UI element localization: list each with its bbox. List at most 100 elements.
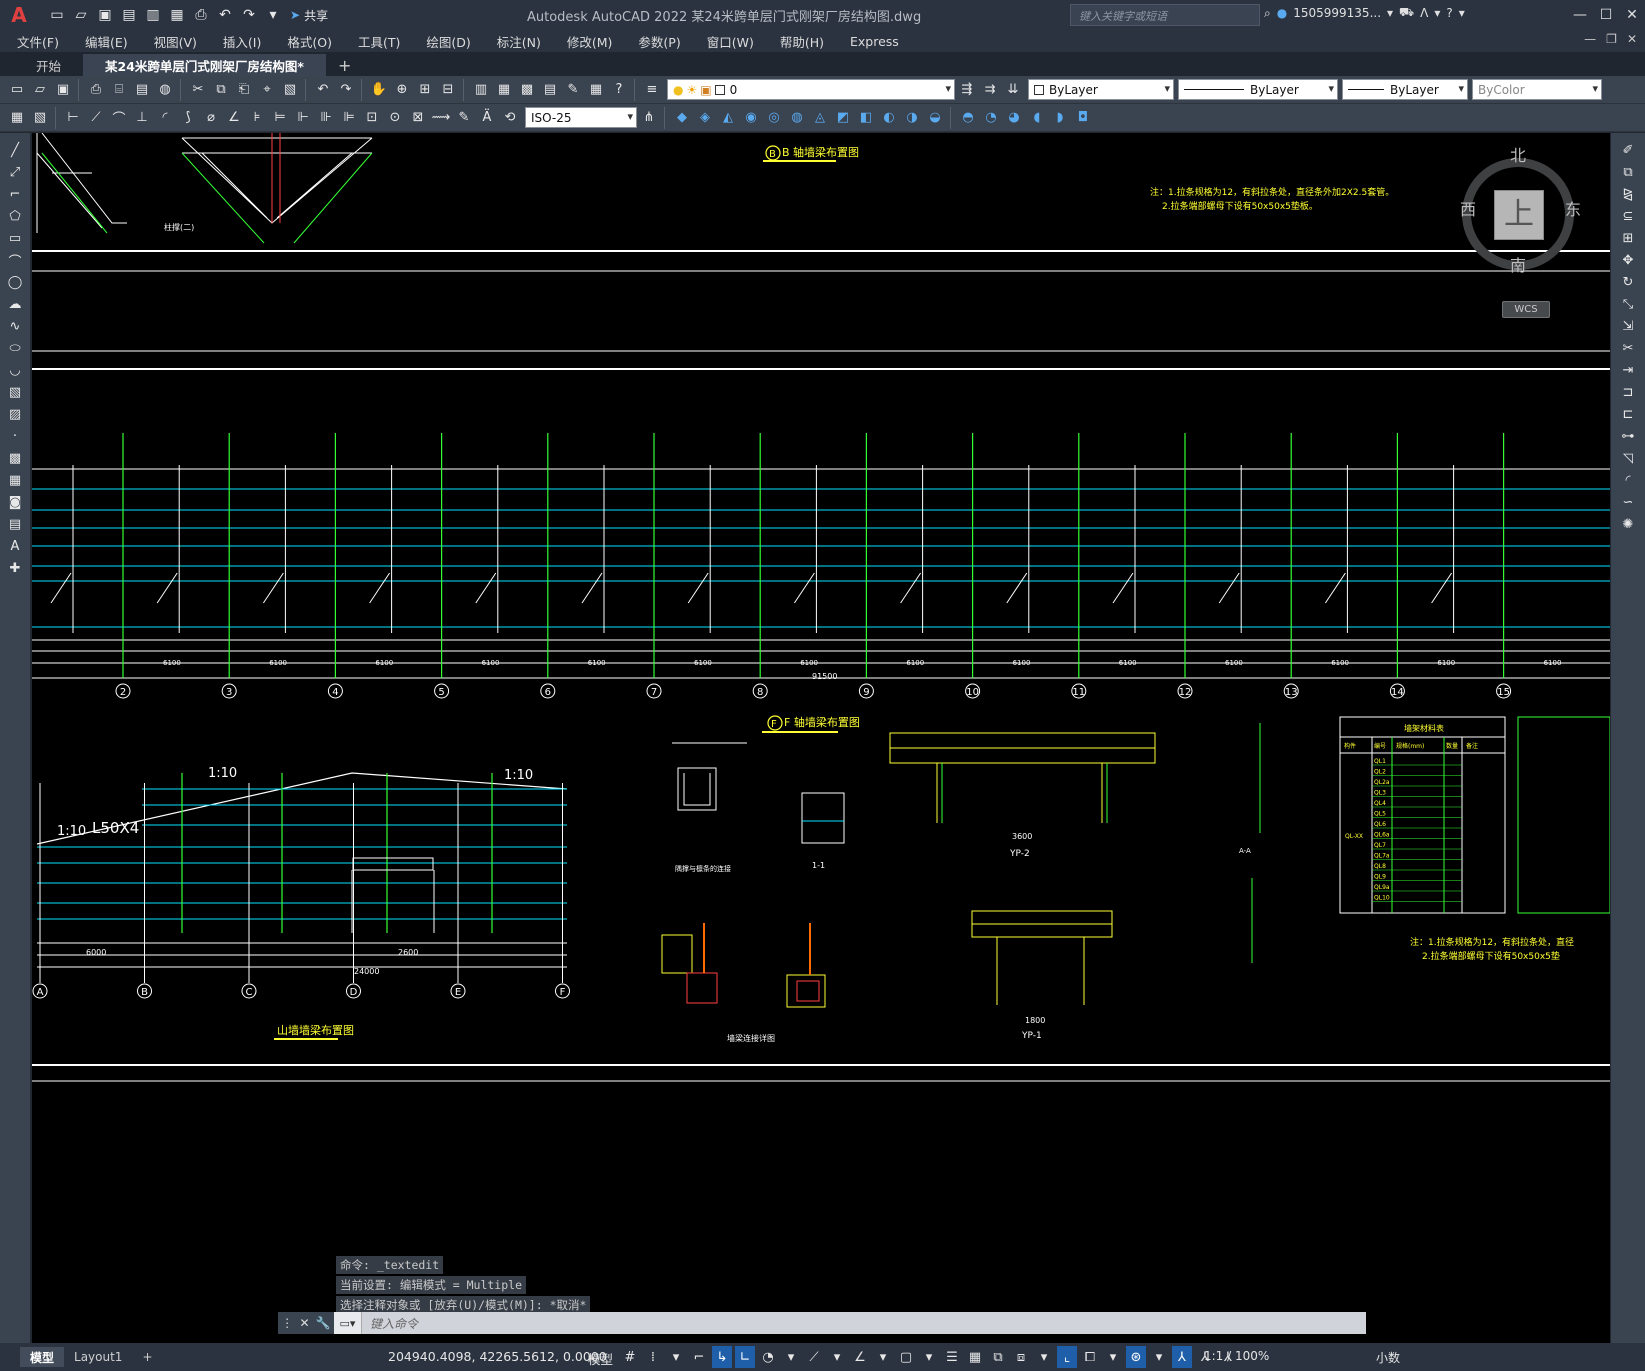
construction-line-icon[interactable]: ⤢: [4, 163, 26, 182]
binoculars-icon[interactable]: ⌕: [1264, 6, 1271, 21]
menu-item[interactable]: 标注(N): [497, 32, 541, 51]
layer-previous-icon[interactable]: ⇉: [979, 79, 1001, 101]
dim-style-icon[interactable]: ⋔: [638, 107, 660, 129]
plot-icon[interactable]: ⎙: [85, 79, 107, 101]
selection-cycling-icon[interactable]: ⧉: [988, 1346, 1008, 1368]
arc-icon[interactable]: ⌒: [4, 251, 26, 270]
linetype-dropdown[interactable]: ByLayer: [1178, 79, 1338, 100]
torus-icon[interactable]: ◍: [786, 107, 808, 129]
close-icon[interactable]: ✕: [1619, 0, 1645, 30]
jogged-linear-icon[interactable]: ⟿: [430, 107, 452, 129]
chevron-down-icon[interactable]: ▾: [919, 1346, 939, 1368]
menu-item[interactable]: 工具(T): [358, 32, 400, 51]
trim-icon[interactable]: ✂: [1617, 339, 1639, 358]
new-icon[interactable]: ▭: [6, 79, 28, 101]
object-snap-icon[interactable]: ▢: [896, 1346, 916, 1368]
object-track-icon[interactable]: ∠: [850, 1346, 870, 1368]
dynamic-ucs-icon[interactable]: ⌞: [1057, 1346, 1077, 1368]
viewcube[interactable]: 上 北 南 东 西: [1442, 140, 1592, 290]
dim-baseline-icon[interactable]: ⊨: [269, 107, 291, 129]
chevron-down-icon[interactable]: ▾: [873, 1346, 893, 1368]
pan-icon[interactable]: ✋: [368, 79, 390, 101]
autodesk-a-icon[interactable]: Ʌ: [1420, 6, 1428, 20]
grip-icon[interactable]: ⋮: [281, 1316, 293, 1330]
dim-radius-icon[interactable]: ◜: [154, 107, 176, 129]
revcloud-icon[interactable]: ☁: [4, 295, 26, 314]
redo-icon[interactable]: ↷: [335, 79, 357, 101]
viewcube-top-face[interactable]: 上: [1494, 190, 1544, 240]
union-icon[interactable]: ◓: [957, 107, 979, 129]
redo-icon[interactable]: ↷: [238, 4, 260, 26]
erase-icon[interactable]: ✐: [1617, 141, 1639, 160]
thicken-icon[interactable]: ◘: [1072, 107, 1094, 129]
dim-update-icon[interactable]: ⟲: [499, 107, 521, 129]
copy-icon[interactable]: ⧉: [210, 79, 232, 101]
spline-icon[interactable]: ∿: [4, 317, 26, 336]
dim-space-icon[interactable]: ⊪: [315, 107, 337, 129]
transparency-icon[interactable]: ▦: [965, 1346, 985, 1368]
autocad-logo-icon[interactable]: A: [6, 2, 32, 28]
chevron-down-icon[interactable]: ▾: [781, 1346, 801, 1368]
menu-item[interactable]: 修改(M): [567, 32, 613, 51]
add-selected-icon[interactable]: ✚: [4, 559, 26, 578]
sweep-icon[interactable]: ◑: [901, 107, 923, 129]
extend-icon[interactable]: ⇥: [1617, 361, 1639, 380]
chevron-down-icon[interactable]: ▾: [1387, 6, 1393, 20]
join-icon[interactable]: ⊶: [1617, 427, 1639, 446]
color-dropdown[interactable]: ByLayer: [1028, 79, 1174, 100]
undo-icon[interactable]: ↶: [312, 79, 334, 101]
dim-angular-icon[interactable]: ∠: [223, 107, 245, 129]
circle-icon[interactable]: ◯: [4, 273, 26, 292]
grid-icon[interactable]: #: [620, 1346, 640, 1368]
mtext-icon[interactable]: A: [4, 537, 26, 556]
inspection-icon[interactable]: ⊠: [407, 107, 429, 129]
menu-item[interactable]: 插入(I): [223, 32, 261, 51]
isodraft-icon[interactable]: ⟋: [804, 1346, 824, 1368]
3d-osnap-icon[interactable]: ⧈: [1011, 1346, 1031, 1368]
cut-icon[interactable]: ✂: [187, 79, 209, 101]
design-center-icon[interactable]: ▦: [493, 79, 515, 101]
dim-break-icon[interactable]: ⊫: [338, 107, 360, 129]
tab-drawing[interactable]: 某24米跨单层门式刚架厂房结构图*: [83, 54, 326, 76]
save-as-icon[interactable]: ▤: [118, 4, 140, 26]
menu-item[interactable]: 帮助(H): [780, 32, 824, 51]
menu-item[interactable]: 格式(O): [287, 32, 332, 51]
dim-diameter-icon[interactable]: ⌀: [200, 107, 222, 129]
tab-layout1[interactable]: Layout1: [64, 1347, 132, 1367]
chevron-down-icon[interactable]: ▾: [1034, 1346, 1054, 1368]
chamfer-icon[interactable]: ◹: [1617, 449, 1639, 468]
dim-continue-icon[interactable]: ⊩: [292, 107, 314, 129]
gradient-icon[interactable]: ▦: [4, 471, 26, 490]
save-icon[interactable]: ▣: [52, 79, 74, 101]
paste-icon[interactable]: ⎗: [233, 79, 255, 101]
username[interactable]: 1505999135...: [1293, 6, 1381, 20]
chevron-down-icon[interactable]: ▾: [1434, 6, 1440, 20]
ortho-icon[interactable]: ∟: [735, 1346, 755, 1368]
ellipse-arc-icon[interactable]: ◡: [4, 361, 26, 380]
gizmo-icon[interactable]: ⊛: [1126, 1346, 1146, 1368]
lineweight-dropdown[interactable]: ByLayer: [1342, 79, 1468, 100]
open-web-icon[interactable]: ▥: [142, 4, 164, 26]
model-space-canvas[interactable]: 柱撑(二) B B 轴墙梁布置图 注：1.拉条规格为12，有斜拉条处，直径条外加…: [32, 133, 1610, 1343]
tool-palettes-icon[interactable]: ▩: [516, 79, 538, 101]
plotstyle-dropdown[interactable]: ByColor: [1472, 79, 1602, 100]
subtract-icon[interactable]: ◔: [980, 107, 1002, 129]
loft-icon[interactable]: ◒: [924, 107, 946, 129]
search-input[interactable]: 键入关键字或短语: [1070, 4, 1260, 26]
table-icon[interactable]: ▤: [4, 515, 26, 534]
scale-icon[interactable]: ⤡: [1617, 295, 1639, 314]
open-icon[interactable]: ▱: [70, 4, 92, 26]
help-icon[interactable]: ?: [608, 79, 630, 101]
cart-icon[interactable]: ⛟: [1399, 5, 1414, 21]
dim-aligned-icon[interactable]: ⟋: [85, 107, 107, 129]
sphere-icon[interactable]: ◉: [740, 107, 762, 129]
help-icon[interactable]: ?: [1446, 6, 1452, 20]
pyramid-icon[interactable]: ◬: [809, 107, 831, 129]
match-properties-icon[interactable]: ⌖: [256, 79, 278, 101]
model-space-toggle[interactable]: 模型: [588, 1349, 613, 1368]
intersect-icon[interactable]: ◕: [1003, 107, 1025, 129]
save-icon[interactable]: ▣: [94, 4, 116, 26]
slice-icon[interactable]: ◗: [1049, 107, 1071, 129]
3d-print-icon[interactable]: ◍: [154, 79, 176, 101]
blend-curves-icon[interactable]: ∽: [1617, 493, 1639, 512]
